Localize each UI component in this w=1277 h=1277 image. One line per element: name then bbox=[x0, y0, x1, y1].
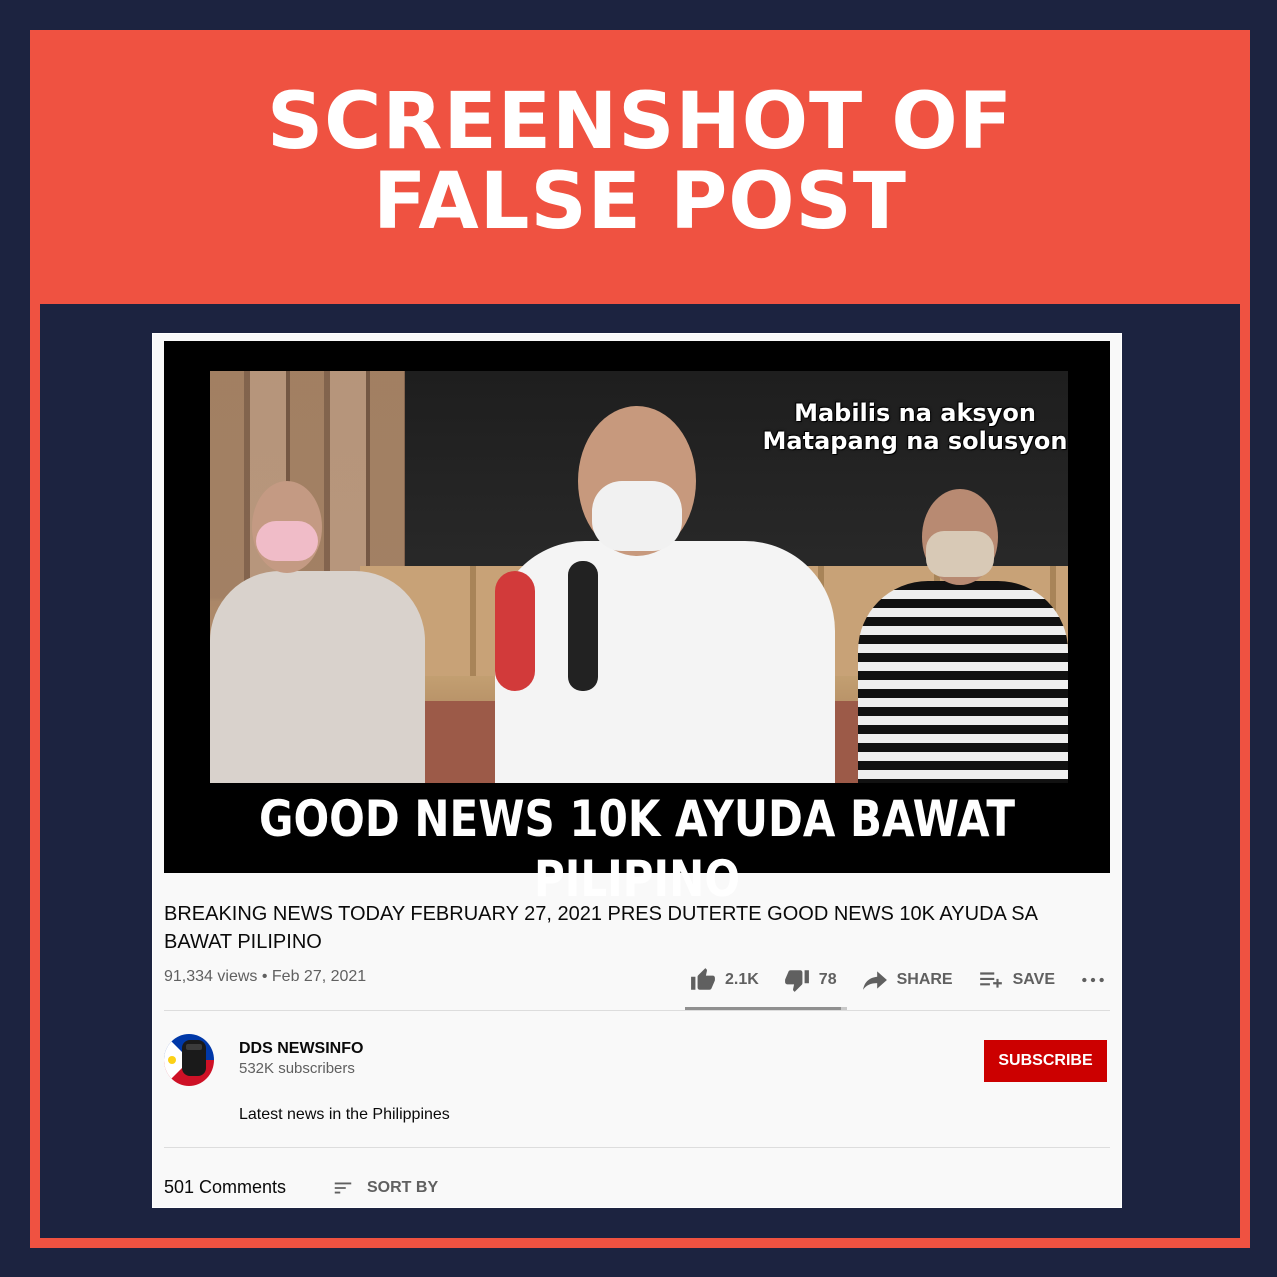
banner-frame: SCREENSHOT OF FALSE POST Mabilis na aksy… bbox=[30, 30, 1250, 1248]
share-button[interactable]: SHARE bbox=[861, 967, 953, 993]
thumbs-down-icon bbox=[784, 970, 809, 992]
person-left bbox=[210, 571, 425, 783]
share-arrow-icon bbox=[862, 971, 887, 990]
person-right-mask bbox=[926, 531, 994, 577]
subscriber-count: 532K subscribers bbox=[239, 1060, 355, 1077]
speaker-mask bbox=[592, 481, 682, 551]
microphone bbox=[568, 561, 598, 691]
overlay-line-1: Mabilis na aksyon bbox=[794, 399, 1036, 427]
like-count: 2.1K bbox=[725, 971, 759, 988]
action-bar: 2.1K 78 SHARE SAVE bbox=[689, 962, 1139, 998]
like-button[interactable]: 2.1K bbox=[689, 967, 759, 993]
person-left-mask bbox=[256, 521, 318, 561]
comment-count: 501 Comments bbox=[164, 1177, 287, 1197]
sort-by-button[interactable]: SORT BY bbox=[331, 1177, 438, 1199]
youtube-page: Mabilis na aksyon Matapang na solusyon G… bbox=[152, 333, 1122, 1208]
video-meta: 91,334 views • Feb 27, 2021 bbox=[164, 968, 366, 986]
video-description: Latest news in the Philippines bbox=[239, 1106, 450, 1123]
heading-line-1: SCREENSHOT OF bbox=[266, 77, 1014, 167]
like-ratio-fill bbox=[685, 1007, 841, 1010]
save-button[interactable]: SAVE bbox=[977, 967, 1055, 993]
save-label: SAVE bbox=[1012, 971, 1055, 988]
view-count: 91,334 views bbox=[164, 968, 258, 985]
channel-name[interactable]: DDS NEWSINFO bbox=[239, 1040, 363, 1058]
video-overlay-caption: GOOD NEWS 10K AYUDA BAWAT PILIPINO bbox=[259, 790, 1015, 908]
video-title: BREAKING NEWS TODAY FEBRUARY 27, 2021 PR… bbox=[164, 903, 1037, 953]
channel-avatar[interactable] bbox=[164, 1034, 214, 1086]
video-overlay-top: Mabilis na aksyon Matapang na solusyon bbox=[745, 399, 1068, 455]
overlay-line-2: Matapang na solusyon bbox=[762, 427, 1068, 455]
more-horizontal-icon bbox=[1082, 977, 1104, 983]
meta-separator: • bbox=[261, 968, 268, 985]
share-label: SHARE bbox=[896, 971, 953, 988]
divider bbox=[164, 1010, 1110, 1011]
like-ratio-bar bbox=[685, 1007, 847, 1010]
video-thumbnail: Mabilis na aksyon Matapang na solusyon bbox=[210, 371, 1068, 783]
playlist-add-icon bbox=[979, 972, 1002, 988]
sort-icon bbox=[334, 1182, 352, 1194]
upload-date: Feb 27, 2021 bbox=[271, 968, 367, 985]
person-right bbox=[858, 581, 1068, 783]
subscribe-button[interactable]: SUBSCRIBE bbox=[984, 1040, 1107, 1082]
speaker-shirt-stripe bbox=[495, 571, 535, 691]
video-player[interactable]: Mabilis na aksyon Matapang na solusyon G… bbox=[164, 341, 1110, 908]
speaker bbox=[495, 541, 835, 783]
dislike-button[interactable]: 78 bbox=[783, 967, 837, 993]
screenshot-panel: Mabilis na aksyon Matapang na solusyon G… bbox=[40, 304, 1240, 1238]
divider bbox=[164, 1147, 1110, 1148]
fist-flag-icon bbox=[164, 1034, 214, 1086]
more-actions-button[interactable] bbox=[1079, 967, 1115, 993]
thumbs-up-icon bbox=[691, 968, 715, 990]
heading-line-2: FALSE POST bbox=[373, 157, 907, 247]
dislike-count: 78 bbox=[818, 971, 837, 988]
sort-by-label: SORT BY bbox=[367, 1179, 439, 1196]
banner-heading: SCREENSHOT OF FALSE POST bbox=[30, 82, 1250, 242]
